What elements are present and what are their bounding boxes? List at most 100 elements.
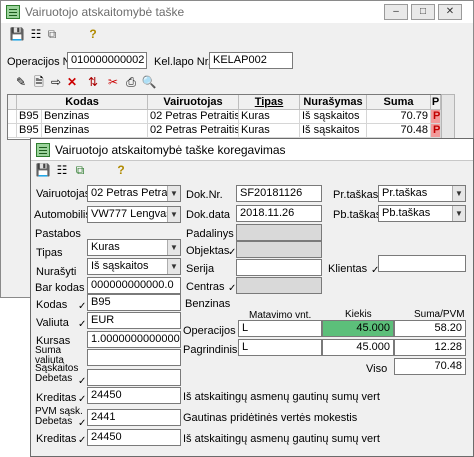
col-kodas[interactable]: Kodas <box>17 95 148 110</box>
col-nurasymas[interactable]: Nurašymas <box>300 95 367 110</box>
checkmark-icon: ✓ <box>78 376 87 387</box>
maximize-button[interactable]: □ <box>411 4 435 20</box>
op-unit-field[interactable]: L <box>238 320 322 337</box>
pvm-kreditas-field[interactable]: 24450 <box>87 429 181 446</box>
edit-icon[interactable]: ✎ <box>13 74 29 90</box>
cell-p[interactable]: P <box>431 110 441 124</box>
viso-field[interactable]: 70.48 <box>394 358 466 375</box>
objektas-field[interactable] <box>236 241 322 258</box>
new-icon[interactable]: 🗎 <box>31 74 47 90</box>
row-marker <box>8 124 17 138</box>
padalinys-field[interactable] <box>236 224 322 241</box>
saskaitos-debetas-label: Sąskaitos Debetas <box>35 363 79 384</box>
records-grid: Kodas Vairuotojas Tipas Nurašymas Suma P… <box>7 94 441 140</box>
insert-icon[interactable]: ⇨ <box>48 74 64 90</box>
cell-tipas[interactable]: Kuras <box>239 124 300 138</box>
cell-nurasymas[interactable]: Iš sąskaitos <box>300 110 367 124</box>
copy-tree-icon[interactable]: ☷ <box>28 26 44 42</box>
automobilis-combo[interactable]: VW777 Lengvasis ▼ <box>87 206 181 223</box>
pagrindinis-label: Pagrindinis <box>183 344 238 356</box>
valiuta-label: Valiuta <box>36 317 69 329</box>
dok-data-label: Dok.data <box>186 209 231 221</box>
chevron-down-icon[interactable]: ▼ <box>167 207 180 222</box>
cell-vairuotojas[interactable]: 02 Petras Petraitis <box>148 124 239 138</box>
cell-suma[interactable]: 70.79 <box>367 110 431 124</box>
main-qty-field[interactable]: 45.000 <box>322 339 394 356</box>
nurasyti-value: Iš sąskaitos <box>91 260 149 272</box>
copy-icon[interactable]: ⧉ <box>44 26 60 42</box>
op-sum-field[interactable]: 58.20 <box>394 320 466 337</box>
kodas-field[interactable]: B95 <box>87 294 181 311</box>
print-icon[interactable]: ⎙ <box>123 74 139 90</box>
help-icon[interactable]: ? <box>85 26 101 42</box>
bar-kodas-label: Bar kodas <box>35 282 85 294</box>
centras-field[interactable] <box>236 277 322 294</box>
find-icon[interactable]: 🔍 <box>141 74 157 90</box>
save-icon[interactable]: 💾 <box>35 162 51 178</box>
nurasyti-combo[interactable]: Iš sąskaitos ▼ <box>87 258 181 275</box>
cell-vairuotojas[interactable]: 02 Petras Petraitis <box>148 110 239 124</box>
pb-taskas-combo[interactable]: Pb.taškas ▼ <box>378 205 466 222</box>
cell-kodas[interactable]: B95 <box>17 124 42 138</box>
sort-icon[interactable]: ⇅ <box>85 74 101 90</box>
pr-taskas-combo[interactable]: Pr.taškas ▼ <box>378 185 466 202</box>
dok-nr-field[interactable]: SF20181126 <box>236 185 322 202</box>
tipas-combo[interactable]: Kuras ▼ <box>87 239 181 256</box>
klientas-field[interactable] <box>378 255 466 272</box>
grid-scrollbar[interactable] <box>441 94 455 140</box>
cell-p[interactable]: P <box>431 124 441 138</box>
suma-valiuta-field[interactable] <box>87 349 181 366</box>
tipas-value: Kuras <box>91 241 120 253</box>
cell-name[interactable]: Benzinas <box>42 124 148 138</box>
delete-icon[interactable]: ✕ <box>64 74 80 90</box>
dok-nr-label: Dok.Nr. <box>186 189 223 201</box>
pvm-debetas-field[interactable]: 2441 <box>87 409 181 426</box>
copy-tree-icon[interactable]: ☷ <box>54 162 70 178</box>
cell-name[interactable]: Benzinas <box>42 110 148 124</box>
cell-nurasymas[interactable]: Iš sąskaitos <box>300 124 367 138</box>
col-tipas[interactable]: Tipas <box>239 95 300 110</box>
op-qty-field[interactable]: 45.000 <box>322 320 394 337</box>
pvm-kreditas-label: Kreditas <box>36 433 77 445</box>
operation-field[interactable]: 010000000002 <box>67 52 147 69</box>
chevron-down-icon[interactable]: ▼ <box>452 186 465 201</box>
col-suma[interactable]: Suma <box>367 95 431 110</box>
vairuotojas-label: Vairuotojas <box>36 188 91 200</box>
cell-suma[interactable]: 70.48 <box>367 124 431 138</box>
chevron-down-icon[interactable]: ▼ <box>167 240 180 255</box>
chevron-down-icon[interactable]: ▼ <box>452 206 465 221</box>
kursas-field[interactable]: 1.0000000000000 <box>87 331 181 348</box>
kodas-name: Benzinas <box>185 298 231 310</box>
bar-kodas-field[interactable]: 000000000000.0 <box>87 277 181 294</box>
minimize-button[interactable]: – <box>384 4 408 20</box>
save-icon[interactable]: 💾 <box>9 26 25 42</box>
valiuta-field[interactable]: EUR <box>87 312 181 329</box>
vairuotojas-combo[interactable]: 02 Petras Petraitis ▼ <box>87 185 181 202</box>
chevron-down-icon[interactable]: ▼ <box>167 259 180 274</box>
waybill-field[interactable]: KELAP002 <box>209 52 293 69</box>
chevron-down-icon[interactable]: ▼ <box>167 186 180 201</box>
cell-kodas[interactable]: B95 <box>17 110 42 124</box>
dialog-titlebar: Vairuotojo atskaitomybė taške koregavima… <box>31 139 473 161</box>
nurasyti-label: Nurašyti <box>36 266 77 278</box>
cut-icon[interactable]: ✂ <box>105 74 121 90</box>
col-p[interactable]: P <box>431 95 441 110</box>
centras-label: Centras <box>186 281 225 293</box>
klientas-label: Klientas <box>328 263 368 275</box>
kreditas-field[interactable]: 24450 <box>87 387 181 404</box>
close-button[interactable]: ✕ <box>438 4 462 20</box>
copy-icon[interactable]: ⧉ <box>72 162 88 178</box>
serija-field[interactable] <box>236 259 322 276</box>
main-unit-field[interactable]: L <box>238 339 322 356</box>
checkmark-icon: ✓ <box>78 418 87 429</box>
help-icon[interactable]: ? <box>113 162 129 178</box>
app-icon <box>36 142 50 157</box>
cell-tipas[interactable]: Kuras <box>239 110 300 124</box>
dialog-title: Vairuotojo atskaitomybė taške koregavima… <box>55 142 286 157</box>
saskaitos-debetas-field[interactable] <box>87 369 181 386</box>
main-sum-field[interactable]: 12.28 <box>394 339 466 356</box>
dok-data-field[interactable]: 2018.11.26 <box>236 205 322 222</box>
col-vairuotojas[interactable]: Vairuotojas <box>148 95 239 110</box>
row-marker <box>8 110 17 124</box>
tipas-label: Tipas <box>36 247 63 259</box>
